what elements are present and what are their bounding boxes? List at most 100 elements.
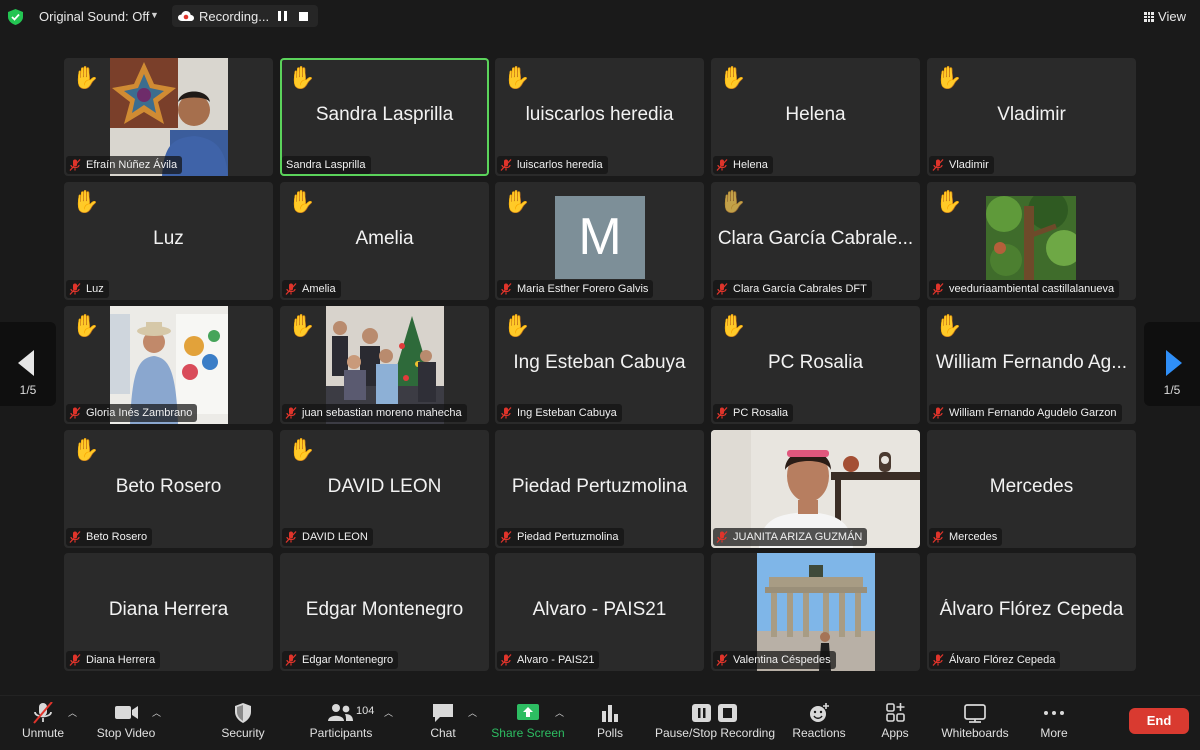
participant-tile[interactable]: Álvaro Flórez Cepeda Álvaro Flórez Cepeda [927, 553, 1136, 671]
participant-name-label: Ing Esteban Cabuya [497, 404, 622, 422]
participant-tile[interactable]: Clara García Cabrale... ✋ Clara García Cab… [711, 182, 920, 300]
participant-name: Diana Herrera [86, 654, 156, 666]
participant-name-label: Piedad Pertuzmolina [497, 528, 624, 546]
participant-tile[interactable]: JUANITA ARIZA GUZMÁN [711, 430, 920, 548]
pause-stop-recording-label: Pause/Stop Recording [654, 726, 776, 740]
mic-muted-icon [69, 283, 81, 295]
whiteboards-button[interactable]: Whiteboards [941, 696, 1009, 750]
raised-hand-icon: ✋ [288, 437, 316, 462]
unmute-label: Unmute [21, 726, 65, 740]
security-shield-icon [235, 703, 251, 723]
video-camera-icon [115, 706, 138, 719]
participant-name-label: juan sebastian moreno mahecha [282, 404, 467, 422]
mic-muted-icon [932, 283, 944, 295]
participant-tile[interactable]: Sandra Lasprilla ✋ Sandra Lasprilla [280, 58, 489, 176]
polls-button[interactable]: Polls [585, 696, 635, 750]
participant-photo [986, 196, 1076, 280]
participant-tile[interactable]: Edgar Montenegro Edgar Montenegro [280, 553, 489, 671]
participant-display-name: DAVID LEON [327, 476, 442, 497]
security-label: Security [221, 726, 265, 740]
participant-tile[interactable]: Alvaro - PAIS21 Alvaro - PAIS21 [495, 553, 704, 671]
mic-muted-icon [285, 407, 297, 419]
participant-display-name: Beto Rosero [115, 476, 222, 497]
participant-tile[interactable]: ✋ veeduriaambiental castillalanueva [927, 182, 1136, 300]
smiley-plus-icon [810, 703, 829, 722]
participant-name-label: Diana Herrera [66, 651, 161, 669]
participant-name-label: Álvaro Flórez Cepeda [929, 651, 1061, 669]
mic-muted-icon [285, 531, 297, 543]
raised-hand-icon: ✋ [503, 313, 531, 338]
participant-name-label: Sandra Lasprilla [282, 156, 371, 174]
chat-chevron-icon[interactable]: ︿ [468, 706, 477, 719]
original-sound-toggle[interactable]: Original Sound: Off [39, 9, 149, 24]
participant-tile[interactable]: Beto Rosero ✋ Beto Rosero [64, 430, 273, 548]
participant-tile[interactable]: Diana Herrera Diana Herrera [64, 553, 273, 671]
raised-hand-icon: ✋ [719, 65, 747, 90]
participant-name-label: Helena [713, 156, 773, 174]
mic-muted-icon [500, 531, 512, 543]
participants-chevron-icon[interactable]: ︿ [384, 706, 393, 719]
next-page-button[interactable]: 1/5 [1144, 322, 1200, 406]
raised-hand-icon: ✋ [935, 313, 963, 338]
security-button[interactable]: Security [218, 696, 268, 750]
participant-tile[interactable]: Valentina Céspedes [711, 553, 920, 671]
previous-page-button[interactable]: 1/5 [0, 322, 56, 406]
participant-tile[interactable]: M ✋ Maria Esther Forero Galvis [495, 182, 704, 300]
view-button[interactable]: View [1144, 9, 1186, 24]
participant-name: William Fernando Agudelo Garzon [949, 407, 1117, 419]
participant-name: Sandra Lasprilla [286, 159, 366, 171]
stop-recording-icon[interactable] [299, 12, 308, 21]
participant-display-name: Helena [785, 104, 846, 125]
more-button[interactable]: More [1029, 696, 1079, 750]
participant-tile[interactable]: ✋ Gloria Inés Zambrano [64, 306, 273, 424]
share-chevron-icon[interactable]: ︿ [555, 706, 564, 719]
participant-tile[interactable]: ✋ Efraín Núñez Ávila [64, 58, 273, 176]
meeting-top-bar: Original Sound: Off ▼ Recording... View [0, 0, 1200, 34]
participant-tile[interactable]: luiscarlos heredia ✋ luiscarlos heredia [495, 58, 704, 176]
participant-name: juan sebastian moreno mahecha [302, 407, 462, 419]
participant-display-name: PC Rosalia [767, 352, 864, 373]
participant-tile[interactable]: ✋ juan sebastian moreno mahecha [280, 306, 489, 424]
participant-name-label: Beto Rosero [66, 528, 153, 546]
video-options-chevron-icon[interactable]: ︿ [152, 706, 161, 719]
participant-display-name: Amelia [355, 228, 414, 249]
pause-stop-recording-button[interactable]: Pause/Stop Recording [655, 696, 775, 750]
chevron-down-icon[interactable]: ▼ [150, 10, 159, 20]
raised-hand-icon: ✋ [288, 65, 316, 90]
share-screen-button[interactable]: Share Screen [491, 696, 565, 750]
stop-video-button[interactable]: Stop Video [97, 696, 155, 750]
pause-stop-icon [692, 704, 737, 722]
participant-tile[interactable]: Vladimir ✋ Vladimir [927, 58, 1136, 176]
participant-name: Valentina Céspedes [733, 654, 831, 666]
participant-tile[interactable]: PC Rosalia ✋ PC Rosalia [711, 306, 920, 424]
participant-tile[interactable]: Mercedes Mercedes [927, 430, 1136, 548]
participant-display-name: Edgar Montenegro [305, 599, 464, 620]
participant-tile[interactable]: William Fernando Ag... ✋ William Fernando … [927, 306, 1136, 424]
chat-button[interactable]: Chat [418, 696, 468, 750]
participant-tile[interactable]: Piedad Pertuzmolina Piedad Pertuzmolina [495, 430, 704, 548]
participants-label: Participants [309, 726, 373, 740]
participant-name: Ing Esteban Cabuya [517, 407, 617, 419]
participant-tile[interactable]: Helena ✋ Helena [711, 58, 920, 176]
apps-button[interactable]: Apps [870, 696, 920, 750]
unmute-button[interactable]: Unmute [18, 696, 68, 750]
participant-name-label: Gloria Inés Zambrano [66, 404, 198, 422]
more-dots-icon [1044, 711, 1064, 715]
participant-name-label: Clara García Cabrales DFT [713, 280, 872, 298]
raised-hand-icon: ✋ [72, 65, 100, 90]
audio-options-chevron-icon[interactable]: ︿ [68, 706, 77, 719]
participant-tile[interactable]: DAVID LEON ✋ DAVID LEON [280, 430, 489, 548]
raised-hand-icon: ✋ [72, 437, 100, 462]
share-screen-arrow-icon [517, 704, 539, 720]
encryption-shield-icon[interactable] [8, 9, 23, 25]
participant-tile[interactable]: Luz ✋ Luz [64, 182, 273, 300]
participant-tile[interactable]: Amelia ✋ Amelia [280, 182, 489, 300]
participant-name-label: veeduriaambiental castillalanueva [929, 280, 1120, 298]
participant-tile[interactable]: Ing Esteban Cabuya ✋ Ing Esteban Cabuya [495, 306, 704, 424]
pause-recording-icon[interactable] [278, 11, 287, 21]
reactions-button[interactable]: Reactions [792, 696, 846, 750]
participant-display-name: Sandra Lasprilla [315, 104, 454, 125]
mic-muted-icon [716, 654, 728, 666]
end-meeting-button[interactable]: End [1129, 708, 1189, 734]
chat-bubble-icon [433, 704, 453, 722]
